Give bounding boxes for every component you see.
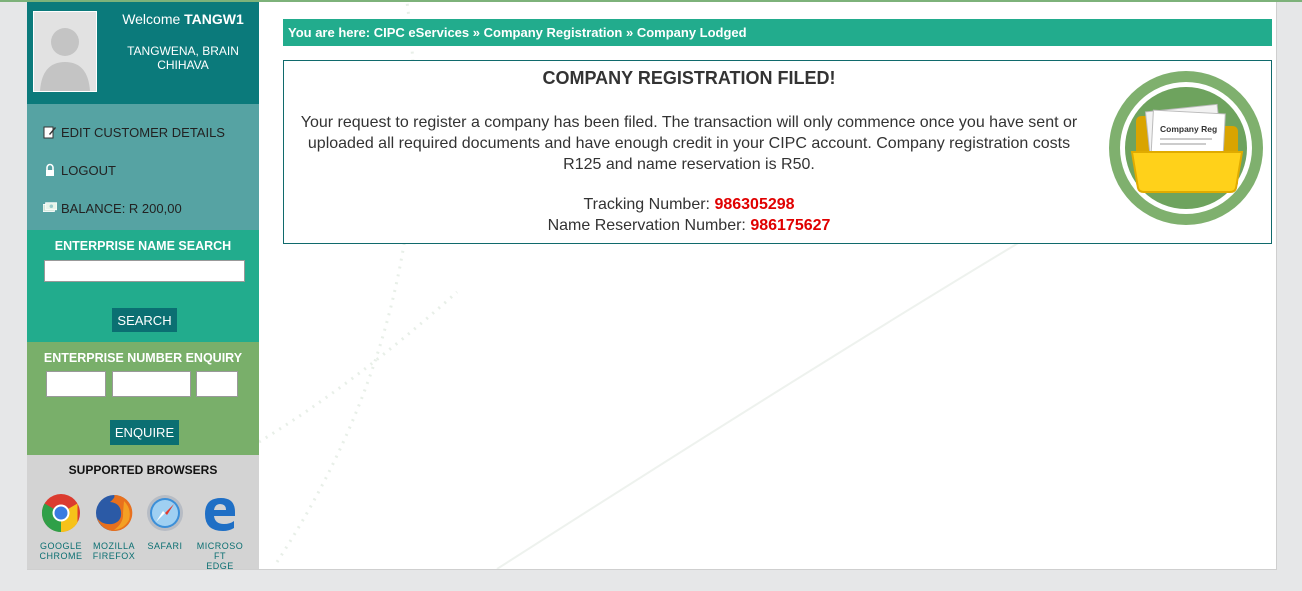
breadcrumb-prefix: You are here:	[288, 25, 371, 40]
lock-icon	[43, 163, 57, 177]
reservation-number: 986175627	[750, 217, 831, 234]
browser-firefox[interactable]: MOZILLA FIREFOX	[89, 493, 139, 561]
welcome-text: Welcome TANGW1	[107, 11, 259, 27]
menu-item-label: LOGOUT	[61, 162, 116, 178]
tracking-number-label: Tracking Number:	[583, 196, 710, 213]
breadcrumb-item-company-registration[interactable]: Company Registration	[484, 25, 623, 40]
profile-panel: Welcome TANGW1 TANGWENA, BRAIN CHIHAVA	[27, 2, 259, 104]
browser-label: GOOGLE CHROME	[39, 541, 83, 561]
menu-item-label: EDIT CUSTOMER DETAILS	[61, 124, 225, 140]
result-heading: COMPANY REGISTRATION FILED!	[542, 68, 836, 88]
username: TANGW1	[184, 11, 244, 27]
browser-safari[interactable]: SAFARI	[140, 493, 190, 551]
name-search-input[interactable]	[44, 260, 245, 282]
browser-edge[interactable]: MICROSO FT EDGE	[195, 493, 245, 571]
search-button[interactable]: SEARCH	[112, 308, 177, 332]
page-frame: Welcome TANGW1 TANGWENA, BRAIN CHIHAVA E…	[27, 2, 1277, 571]
supported-browsers-panel: SUPPORTED BROWSERS GOOGLE CHROME MOZILLA…	[27, 455, 259, 571]
user-full-name: TANGWENA, BRAIN CHIHAVA	[127, 44, 239, 72]
avatar	[33, 11, 97, 92]
breadcrumb: You are here: CIPC eServices » Company R…	[283, 19, 1272, 46]
company-reg-logo: Company Reg	[1108, 70, 1264, 231]
enterprise-number-input[interactable]	[112, 371, 191, 397]
enterprise-suffix-input[interactable]	[196, 371, 238, 397]
enterprise-name-search-panel: ENTERPRISE NAME SEARCH SEARCH	[27, 230, 259, 342]
breadcrumb-item-cipc-eservices[interactable]: CIPC eServices	[374, 25, 469, 40]
chrome-icon	[41, 494, 80, 533]
enterprise-number-enquiry-panel: ENTERPRISE NUMBER ENQUIRY ENQUIRE	[27, 342, 259, 455]
browser-label: SAFARI	[147, 541, 183, 551]
enterprise-year-input[interactable]	[46, 371, 106, 397]
sidebar: Welcome TANGW1 TANGWENA, BRAIN CHIHAVA E…	[27, 2, 259, 571]
menu-item-edit-customer-details[interactable]: EDIT CUSTOMER DETAILS	[43, 122, 225, 142]
browser-chrome[interactable]: GOOGLE CHROME	[36, 493, 86, 561]
registration-result-panel: COMPANY REGISTRATION FILED! Your request…	[283, 60, 1272, 244]
tracking-number: 986305298	[714, 196, 795, 213]
browser-label: MOZILLA FIREFOX	[92, 541, 136, 561]
money-icon	[43, 201, 57, 215]
enquire-button[interactable]: ENQUIRE	[110, 420, 179, 445]
breadcrumb-separator: »	[472, 25, 481, 40]
logo-label: Company Reg	[1160, 124, 1217, 134]
tracking-number-line: Tracking Number: 986305298	[284, 196, 1094, 214]
name-search-title: ENTERPRISE NAME SEARCH	[54, 239, 232, 253]
result-message: Your request to register a company has b…	[300, 114, 1078, 173]
menu-item-logout[interactable]: LOGOUT	[43, 160, 116, 180]
company-folder-icon: Company Reg	[1109, 71, 1263, 225]
reservation-number-line: Name Reservation Number: 986175627	[284, 217, 1094, 235]
browser-label: MICROSO FT EDGE	[196, 541, 244, 571]
user-silhouette-icon	[40, 28, 90, 91]
account-menu: EDIT CUSTOMER DETAILS LOGOUT BALANCE: R …	[27, 104, 259, 230]
supported-browsers-title: SUPPORTED BROWSERS	[68, 463, 218, 477]
number-enquiry-title: ENTERPRISE NUMBER ENQUIRY	[43, 351, 243, 365]
menu-item-balance[interactable]: BALANCE: R 200,00	[43, 198, 182, 218]
menu-item-label: BALANCE: R 200,00	[61, 200, 182, 216]
welcome-prefix: Welcome	[122, 11, 181, 27]
edge-icon	[205, 498, 235, 531]
reservation-number-label: Name Reservation Number:	[547, 217, 746, 234]
safari-icon	[147, 495, 183, 531]
breadcrumb-separator: »	[625, 25, 634, 40]
firefox-icon	[96, 494, 133, 531]
breadcrumb-item-company-lodged: Company Lodged	[636, 25, 747, 40]
edit-icon	[43, 125, 57, 139]
